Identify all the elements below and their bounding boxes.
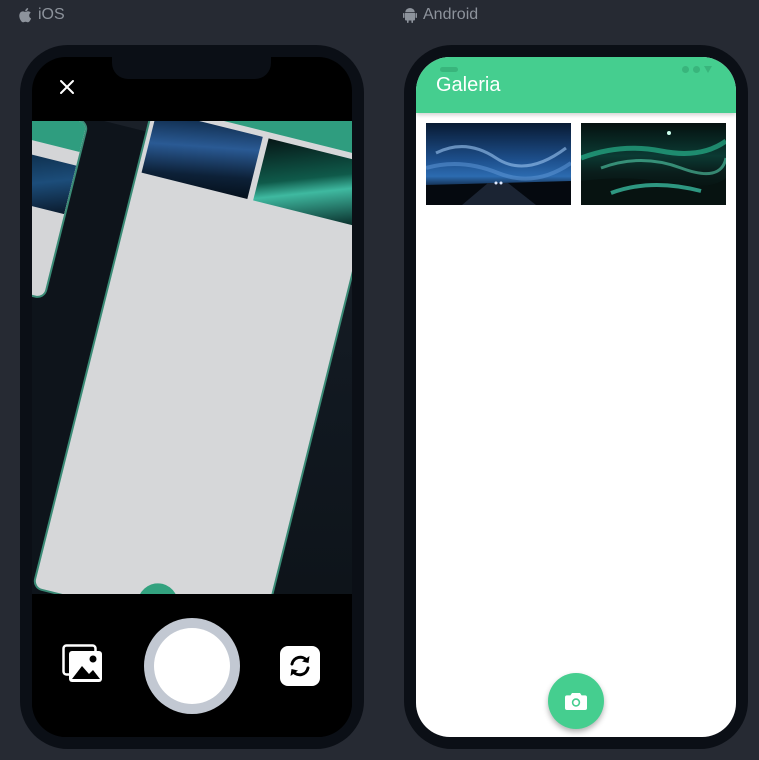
status-bar-time xyxy=(440,67,458,72)
wifi-icon xyxy=(693,66,700,73)
shutter-button-inner xyxy=(154,628,230,704)
image-gallery-icon xyxy=(62,644,102,682)
camera-viewfinder[interactable] xyxy=(32,121,352,594)
page-title: Galeria xyxy=(436,74,501,96)
android-phone-frame: Galeria xyxy=(404,45,748,749)
camera-preview-fab xyxy=(133,579,183,594)
camera-switch-icon xyxy=(290,655,310,677)
switch-camera-button[interactable] xyxy=(280,646,320,686)
apple-icon xyxy=(19,8,32,23)
night-sky-road-image xyxy=(426,123,571,205)
android-gallery-screen: Galeria xyxy=(416,57,736,737)
android-label-text: Android xyxy=(423,6,479,23)
photo-thumbnail[interactable] xyxy=(581,123,726,205)
battery-icon xyxy=(704,66,712,73)
close-icon xyxy=(60,80,74,94)
camera-preview-thumb-night xyxy=(141,121,263,199)
android-icon xyxy=(403,8,417,23)
ios-platform-label: iOS xyxy=(18,5,65,25)
take-photo-button[interactable] xyxy=(548,673,604,729)
close-camera-button[interactable] xyxy=(54,74,80,100)
ios-phone-frame xyxy=(20,45,364,749)
shutter-button[interactable] xyxy=(144,618,240,714)
android-platform-label: Android xyxy=(403,5,478,25)
app-bar: Galeria xyxy=(416,57,736,113)
camera-preview-thumb-aurora xyxy=(253,138,352,227)
photo-grid xyxy=(426,123,726,205)
phone-notch xyxy=(112,57,271,79)
aurora-lake-image xyxy=(581,123,726,205)
ios-label-text: iOS xyxy=(38,6,65,23)
open-gallery-button[interactable] xyxy=(62,644,104,684)
photo-thumbnail[interactable] xyxy=(426,123,571,205)
status-bar-icons xyxy=(682,66,712,73)
camera-icon xyxy=(565,693,587,710)
signal-icon xyxy=(682,66,689,73)
camera-controls-bar xyxy=(32,594,352,737)
ios-camera-screen xyxy=(32,57,352,737)
